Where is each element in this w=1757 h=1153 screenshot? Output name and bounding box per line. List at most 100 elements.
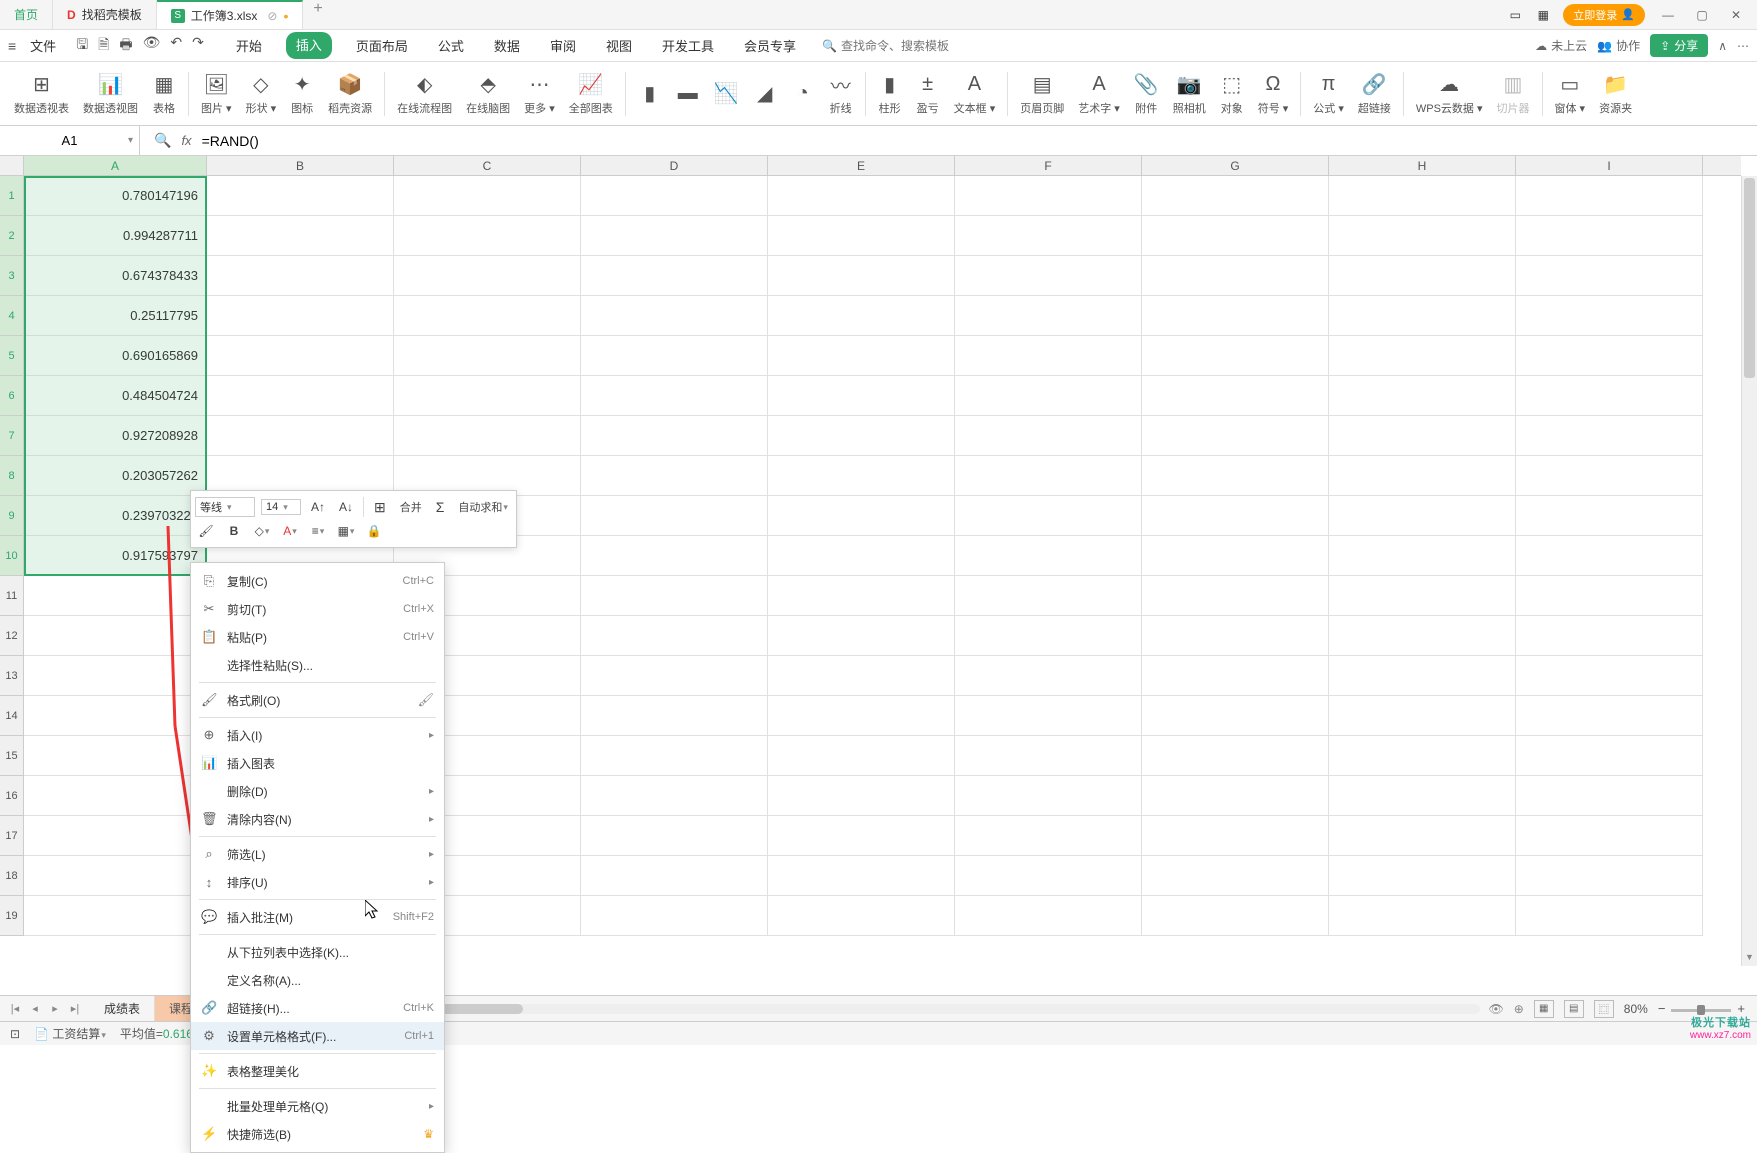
cell-F3[interactable]: [955, 256, 1142, 296]
col-header-F[interactable]: F: [955, 156, 1142, 175]
cell-A7[interactable]: 0.927208928: [24, 416, 207, 456]
cell-F12[interactable]: [955, 616, 1142, 656]
vertical-scrollbar[interactable]: ▲ ▼: [1741, 176, 1757, 966]
cell-E10[interactable]: [768, 536, 955, 576]
cell-E6[interactable]: [768, 376, 955, 416]
cell-D14[interactable]: [581, 696, 768, 736]
row-header-19[interactable]: 19: [0, 896, 24, 936]
menu-tab-公式[interactable]: 公式: [432, 32, 470, 59]
fx-icon[interactable]: fx: [181, 133, 191, 148]
menu-tab-页面布局[interactable]: 页面布局: [350, 32, 414, 59]
cell-H11[interactable]: [1329, 576, 1516, 616]
cell-E8[interactable]: [768, 456, 955, 496]
ribbon-bar-h[interactable]: ▬: [670, 79, 706, 109]
row-header-5[interactable]: 5: [0, 336, 24, 376]
command-search-input[interactable]: [841, 39, 961, 53]
cell-C6[interactable]: [394, 376, 581, 416]
cell-A14[interactable]: [24, 696, 207, 736]
vertical-scroll-thumb[interactable]: [1744, 178, 1755, 378]
cell-G8[interactable]: [1142, 456, 1329, 496]
cell-H7[interactable]: [1329, 416, 1516, 456]
ribbon-附件[interactable]: 📎附件: [1128, 70, 1165, 118]
cell-G18[interactable]: [1142, 856, 1329, 896]
cell-A2[interactable]: 0.994287711: [24, 216, 207, 256]
horizontal-scrollbar[interactable]: [323, 1004, 1480, 1014]
scroll-down-icon[interactable]: ▼: [1742, 952, 1757, 966]
row-header-9[interactable]: 9: [0, 496, 24, 536]
ribbon-盈亏[interactable]: ±盈亏: [910, 70, 946, 118]
cell-F11[interactable]: [955, 576, 1142, 616]
cell-G6[interactable]: [1142, 376, 1329, 416]
cell-B4[interactable]: [207, 296, 394, 336]
decrease-font-icon[interactable]: A↓: [335, 496, 357, 518]
cloud-status[interactable]: ☁ 未上云: [1535, 37, 1587, 54]
cell-E19[interactable]: [768, 896, 955, 936]
eye-icon[interactable]: 👁: [1488, 1002, 1503, 1016]
cell-H6[interactable]: [1329, 376, 1516, 416]
cell-D18[interactable]: [581, 856, 768, 896]
cell-A11[interactable]: [24, 576, 207, 616]
name-dropdown-icon[interactable]: ▾: [128, 135, 133, 146]
ribbon-折线[interactable]: 〰折线: [823, 70, 859, 118]
menu-tab-数据[interactable]: 数据: [488, 32, 526, 59]
cancel-formula-icon[interactable]: 🔍: [154, 132, 171, 149]
cell-D15[interactable]: [581, 736, 768, 776]
saveas-icon[interactable]: 🗎: [98, 34, 109, 58]
cell-H15[interactable]: [1329, 736, 1516, 776]
row-header-14[interactable]: 14: [0, 696, 24, 736]
cell-D13[interactable]: [581, 656, 768, 696]
cell-A8[interactable]: 0.203057262: [24, 456, 207, 496]
sheet-last-icon[interactable]: ▸|: [66, 1002, 84, 1015]
cell-I13[interactable]: [1516, 656, 1703, 696]
cell-reference-input[interactable]: [25, 133, 115, 148]
cell-F18[interactable]: [955, 856, 1142, 896]
cell-F10[interactable]: [955, 536, 1142, 576]
minimize-button[interactable]: —: [1657, 4, 1679, 26]
ribbon-形状[interactable]: ◇形状 ▾: [240, 70, 283, 118]
mode-label[interactable]: 📄 工资结算▾: [34, 1025, 106, 1042]
font-color-icon[interactable]: A▾: [279, 520, 301, 542]
ribbon-切片器[interactable]: ▥切片器: [1491, 70, 1536, 118]
tab-home[interactable]: 首页: [0, 0, 53, 29]
login-button[interactable]: 立即登录 👤: [1563, 4, 1645, 26]
select-all-corner[interactable]: [0, 156, 24, 176]
cell-I4[interactable]: [1516, 296, 1703, 336]
cell-D6[interactable]: [581, 376, 768, 416]
cell-A15[interactable]: [24, 736, 207, 776]
cell-I15[interactable]: [1516, 736, 1703, 776]
close-button[interactable]: ✕: [1725, 4, 1747, 26]
cell-H18[interactable]: [1329, 856, 1516, 896]
cell-A10[interactable]: 0.917593797: [24, 536, 207, 576]
format-painter-icon[interactable]: 🖌: [195, 520, 217, 542]
cell-H10[interactable]: [1329, 536, 1516, 576]
collapse-ribbon-icon[interactable]: ∧: [1718, 39, 1727, 53]
zoom-slider[interactable]: [1671, 1009, 1731, 1012]
ribbon-照相机[interactable]: 📷照相机: [1167, 70, 1212, 118]
cell-C1[interactable]: [394, 176, 581, 216]
ribbon-艺术字[interactable]: A艺术字 ▾: [1072, 70, 1126, 118]
cell-E16[interactable]: [768, 776, 955, 816]
cell-A5[interactable]: 0.690165869: [24, 336, 207, 376]
row-header-4[interactable]: 4: [0, 296, 24, 336]
cell-H4[interactable]: [1329, 296, 1516, 336]
cell-A9[interactable]: 0.239703227: [24, 496, 207, 536]
menu-tab-插入[interactable]: 插入: [286, 32, 332, 59]
cell-H19[interactable]: [1329, 896, 1516, 936]
apps-icon[interactable]: ▦: [1535, 7, 1551, 23]
cell-D5[interactable]: [581, 336, 768, 376]
zoom-label[interactable]: 80%: [1624, 1002, 1648, 1016]
row-header-2[interactable]: 2: [0, 216, 24, 256]
cell-G1[interactable]: [1142, 176, 1329, 216]
cell-D11[interactable]: [581, 576, 768, 616]
cell-H12[interactable]: [1329, 616, 1516, 656]
cell-B5[interactable]: [207, 336, 394, 376]
cell-A3[interactable]: 0.674378433: [24, 256, 207, 296]
cell-H5[interactable]: [1329, 336, 1516, 376]
ctx-插入批注M[interactable]: 💬插入批注(M)Shift+F2: [191, 903, 444, 931]
cell-G11[interactable]: [1142, 576, 1329, 616]
ctx-排序U[interactable]: ↕排序(U)▸: [191, 868, 444, 896]
row-header-6[interactable]: 6: [0, 376, 24, 416]
cell-D4[interactable]: [581, 296, 768, 336]
name-box[interactable]: ▾: [0, 126, 140, 155]
preview-icon[interactable]: 👁: [143, 34, 161, 58]
